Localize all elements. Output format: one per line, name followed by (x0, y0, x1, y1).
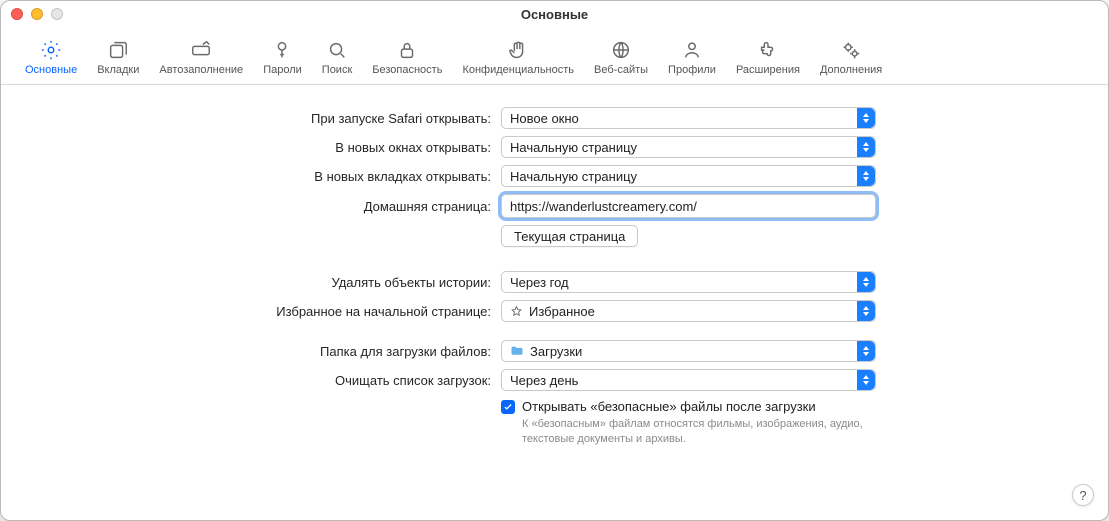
label-new-tabs: В новых вкладках открывать: (41, 169, 501, 184)
chevron-updown-icon (857, 341, 875, 361)
titlebar: Основные (1, 1, 1108, 27)
tabs-icon (106, 38, 130, 62)
help-icon: ? (1079, 488, 1086, 503)
autofill-icon (189, 38, 213, 62)
tab-label: Профили (668, 64, 716, 76)
tab-security[interactable]: Безопасность (362, 35, 452, 78)
open-safe-files-checkbox[interactable] (501, 400, 515, 414)
lock-icon (395, 38, 419, 62)
hand-icon (506, 38, 530, 62)
select-value: Начальную страницу (510, 140, 637, 155)
label-on-launch: При запуске Safari открывать: (41, 111, 501, 126)
button-label: Текущая страница (514, 229, 625, 244)
select-value: Через день (510, 373, 578, 388)
help-button[interactable]: ? (1072, 484, 1094, 506)
chevron-updown-icon (857, 166, 875, 186)
chevron-updown-icon (857, 108, 875, 128)
select-new-windows[interactable]: Начальную страницу (501, 136, 876, 158)
select-history-remove[interactable]: Через год (501, 271, 876, 293)
label-homepage: Домашняя страница: (41, 199, 501, 214)
tab-label: Пароли (263, 64, 302, 76)
tab-label: Веб-сайты (594, 64, 648, 76)
tab-tabs[interactable]: Вкладки (87, 35, 149, 78)
puzzle-icon (756, 38, 780, 62)
tab-label: Поиск (322, 64, 352, 76)
globe-icon (609, 38, 633, 62)
select-downloads-folder[interactable]: Загрузки (501, 340, 876, 362)
search-icon (325, 38, 349, 62)
tab-advanced[interactable]: Дополнения (810, 35, 892, 78)
chevron-updown-icon (857, 370, 875, 390)
label-favorites: Избранное на начальной странице: (41, 304, 501, 319)
window-title: Основные (1, 7, 1108, 22)
preferences-content: При запуске Safari открывать: Новое окно… (1, 85, 1108, 476)
tab-privacy[interactable]: Конфиденциальность (452, 35, 584, 78)
select-favorites[interactable]: Избранное (501, 300, 876, 322)
select-value: Новое окно (510, 111, 579, 126)
chevron-updown-icon (857, 272, 875, 292)
preferences-toolbar: Основные Вкладки Автозаполнение Пароли П… (1, 27, 1108, 85)
tab-autofill[interactable]: Автозаполнение (149, 35, 253, 78)
open-safe-files-label: Открывать «безопасные» файлы после загру… (522, 399, 876, 414)
select-value: Избранное (529, 304, 595, 319)
label-new-windows: В новых окнах открывать: (41, 140, 501, 155)
homepage-input[interactable] (501, 194, 876, 218)
tab-extensions[interactable]: Расширения (726, 35, 810, 78)
folder-icon (510, 344, 524, 358)
label-history: Удалять объекты истории: (41, 275, 501, 290)
gears-icon (839, 38, 863, 62)
star-icon (510, 305, 523, 318)
tab-label: Основные (25, 64, 77, 76)
set-current-page-button[interactable]: Текущая страница (501, 225, 638, 247)
tab-label: Дополнения (820, 64, 882, 76)
label-downloads-folder: Папка для загрузки файлов: (41, 344, 501, 359)
tab-label: Расширения (736, 64, 800, 76)
label-clear-downloads: Очищать список загрузок: (41, 373, 501, 388)
select-clear-downloads[interactable]: Через день (501, 369, 876, 391)
gear-icon (39, 38, 63, 62)
tab-label: Вкладки (97, 64, 139, 76)
tab-search[interactable]: Поиск (312, 35, 362, 78)
key-icon (270, 38, 294, 62)
open-safe-files-note: К «безопасным» файлам относятся фильмы, … (522, 417, 876, 447)
tab-websites[interactable]: Веб-сайты (584, 35, 658, 78)
tab-profiles[interactable]: Профили (658, 35, 726, 78)
select-new-tabs[interactable]: Начальную страницу (501, 165, 876, 187)
tab-general[interactable]: Основные (15, 35, 87, 78)
select-on-launch[interactable]: Новое окно (501, 107, 876, 129)
person-icon (680, 38, 704, 62)
select-value: Загрузки (530, 344, 582, 359)
select-value: Начальную страницу (510, 169, 637, 184)
tab-label: Безопасность (372, 64, 442, 76)
chevron-updown-icon (857, 301, 875, 321)
preferences-window: Основные Основные Вкладки Автозаполнение… (0, 0, 1109, 521)
tab-passwords[interactable]: Пароли (253, 35, 312, 78)
tab-label: Автозаполнение (159, 64, 243, 76)
tab-label: Конфиденциальность (462, 64, 574, 76)
chevron-updown-icon (857, 137, 875, 157)
select-value: Через год (510, 275, 569, 290)
